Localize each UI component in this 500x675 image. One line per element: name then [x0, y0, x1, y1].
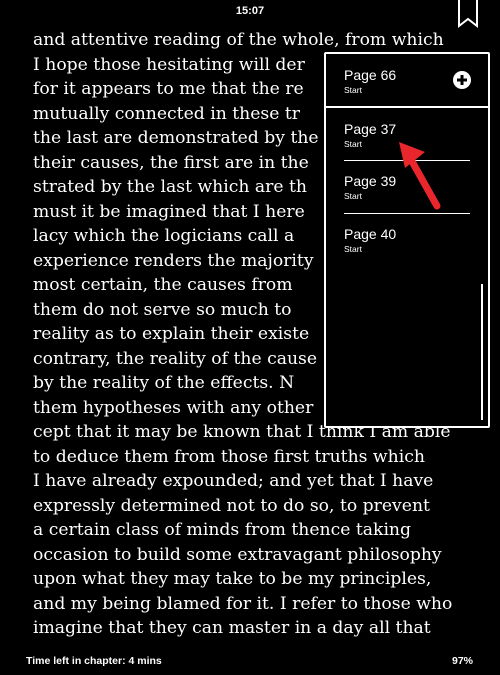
bookmark-item-page-37[interactable]: Page 37 Start	[326, 110, 488, 162]
text-line: imagine that they can master in a day al…	[33, 618, 431, 638]
bookmark-sub-label: Start	[344, 139, 362, 149]
bookmark-sub-label: Start	[344, 191, 362, 201]
bookmark-page-label: Page 39	[344, 173, 397, 189]
popup-scrollbar[interactable]	[481, 284, 483, 420]
bookmark-item-page-66[interactable]: Page 66 Start	[326, 54, 488, 108]
text-line: and my being blamed for it. I refer to t…	[33, 593, 453, 614]
text-line: upon what they may take to be my princip…	[33, 569, 432, 589]
bookmark-divider	[344, 213, 470, 214]
bookmark-page-label: Page 37	[344, 121, 397, 137]
bookmark-item-page-40[interactable]: Page 40 Start	[326, 215, 488, 267]
bookmark-sub-label: Start	[344, 244, 362, 254]
text-line: a certain class of minds from thence tak…	[33, 520, 412, 540]
reading-progress: 97%	[451, 655, 473, 667]
text-line: and attentive reading of the whole, from…	[33, 30, 444, 50]
bookmark-sub-label: Start	[344, 85, 362, 95]
add-bookmark-button[interactable]	[453, 71, 471, 89]
bookmark-button[interactable]	[457, 0, 479, 30]
bookmark-item-page-39[interactable]: Page 39 Start	[326, 162, 488, 214]
bookmarks-popup: Page 66 Start Page 37 Start Page 39 Star…	[324, 52, 490, 428]
bookmark-page-label: Page 66	[344, 67, 397, 83]
status-time: 15:07	[235, 5, 265, 17]
text-line: expressly determined not to do so, to pr…	[33, 495, 430, 516]
text-line: I have already expounded; and yet that I…	[33, 471, 434, 491]
bookmark-page-label: Page 40	[344, 226, 397, 242]
text-line: occasion to build some extravagant philo…	[33, 544, 442, 565]
plus-circle-icon	[453, 71, 471, 89]
time-left-in-chapter: Time left in chapter: 4 mins	[26, 655, 162, 667]
bookmark-divider	[344, 160, 470, 161]
text-line: to deduce them from those first truths w…	[33, 446, 425, 467]
bookmark-icon	[458, 0, 478, 29]
